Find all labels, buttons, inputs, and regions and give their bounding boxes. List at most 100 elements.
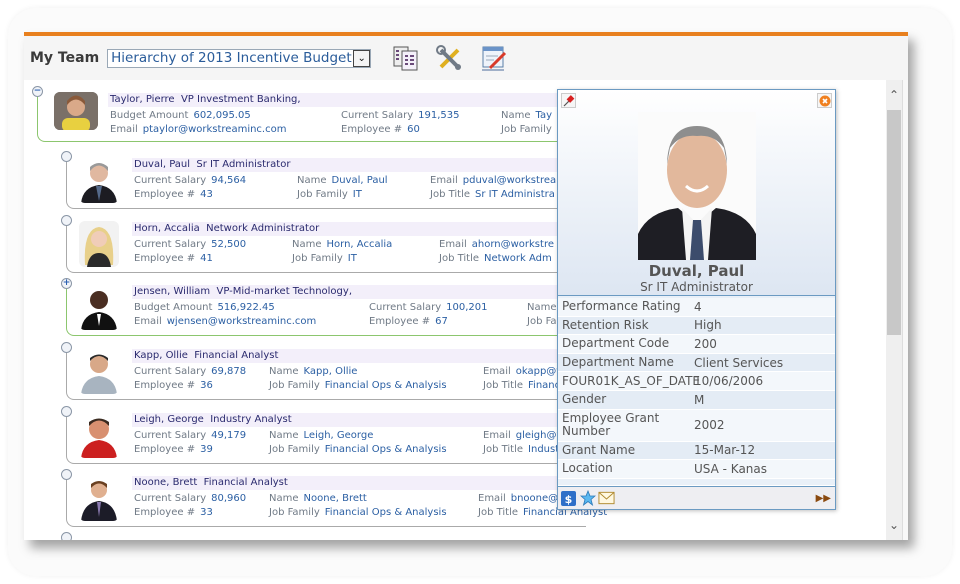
- node-header[interactable]: Jensen, William VP-Mid-market Technology…: [132, 285, 592, 299]
- employee-title: Financial Analyst: [194, 350, 279, 361]
- detail-row: FOUR01K_AS_OF_DATE 10/06/2006: [558, 372, 835, 391]
- employee-name: Leigh, George: [134, 414, 204, 425]
- tools-icon[interactable]: [435, 43, 465, 73]
- field-job-family: Job Family: [501, 124, 552, 135]
- employee-name: Duval, Paul: [134, 159, 191, 170]
- field-budget-amount: Budget Amount 516,922.45: [134, 302, 275, 313]
- employee-title: Industry Analyst: [210, 414, 292, 425]
- field-employee-number: Employee #67: [369, 316, 448, 327]
- employee-title: VP Investment Banking,: [180, 94, 301, 105]
- field-job-title: Job Title Indust: [483, 444, 560, 455]
- field-employee-number: Employee #33: [134, 507, 213, 518]
- popup-footer: $ ▶▶: [558, 486, 835, 509]
- dollar-icon[interactable]: $: [560, 490, 577, 507]
- vertical-scrollbar[interactable]: ⌃ ⌄: [886, 80, 902, 540]
- detail-row: Performance Rating 4: [558, 298, 835, 317]
- field-job-family: Job Family Financial Ops & Analysis: [269, 507, 447, 518]
- collapse-toggle[interactable]: −: [32, 86, 43, 97]
- avatar: [79, 475, 119, 521]
- avatar: [54, 92, 98, 130]
- node-header[interactable]: Taylor, Pierre VP Investment Banking,: [108, 93, 588, 107]
- field-job-title: Job Title Sr IT Administra: [430, 189, 555, 200]
- field-employee-number: Employee #41: [134, 253, 213, 264]
- node-header[interactable]: Horn, Accalia Network Administrator: [132, 222, 592, 236]
- field-name: Name Noone, Brett: [269, 493, 367, 504]
- popup-employee-name: Duval, Paul: [648, 262, 745, 280]
- detail-row: Department Name Client Services: [558, 353, 835, 373]
- node-header[interactable]: Kapp, Ollie Financial Analyst: [132, 349, 592, 363]
- close-icon[interactable]: [817, 93, 832, 108]
- employee-detail-popup: Duval, Paul Sr IT Administrator Performa…: [557, 89, 836, 510]
- avatar: [79, 284, 119, 330]
- employee-name: Noone, Brett: [134, 477, 198, 488]
- next-icon[interactable]: ▶▶: [816, 493, 831, 504]
- field-name: Name Leigh, George: [269, 430, 374, 441]
- avatar: [79, 221, 119, 267]
- field-name: Name Horn, Accalia: [292, 239, 393, 250]
- edit-form-icon[interactable]: [479, 43, 509, 73]
- employee-title: Financial Analyst: [203, 477, 288, 488]
- node-bullet: [61, 151, 72, 162]
- employee-title: VP-Mid-market Technology,: [216, 286, 352, 297]
- field-name: Name Tay: [501, 110, 553, 121]
- field-employee-number: Employee #43: [134, 189, 213, 200]
- employee-node[interactable]: Horn, Accalia Network Administrator Curr…: [61, 215, 592, 275]
- field-job-family: Job Family IT: [297, 189, 362, 200]
- employee-node[interactable]: Noone, Brett Financial Analyst Current S…: [61, 469, 607, 529]
- node-bullet: [61, 532, 72, 540]
- detail-row: Gender M: [558, 390, 835, 410]
- employee-name: Kapp, Ollie: [134, 350, 188, 361]
- employee-node[interactable]: Duval, Paul Sr IT Administrator Current …: [61, 151, 592, 211]
- field-employee-number: Employee #39: [134, 444, 213, 455]
- field-email: Email okapp@v: [483, 366, 563, 377]
- star-icon[interactable]: [579, 490, 596, 507]
- field-budget-amount: Budget Amount 602,095.05: [110, 110, 251, 121]
- field-current-salary: Current Salary 49,179: [134, 430, 247, 441]
- node-header[interactable]: Duval, Paul Sr IT Administrator: [132, 158, 592, 172]
- field-current-salary: Current Salary 69,878: [134, 366, 247, 377]
- employee-node[interactable]: Kapp, Ollie Financial Analyst Current Sa…: [61, 342, 592, 402]
- expand-toggle[interactable]: +: [61, 278, 72, 289]
- svg-text:$: $: [565, 493, 573, 506]
- employee-node[interactable]: + Jensen, William VP-Mid-market Technolo…: [61, 278, 592, 338]
- employee-title: Sr IT Administrator: [196, 159, 291, 170]
- node-bullet: [61, 469, 72, 480]
- popup-details-table: Performance Rating 4 Retention Risk High D…: [558, 295, 835, 485]
- scroll-thumb[interactable]: [887, 110, 901, 335]
- popup-header: Duval, Paul Sr IT Administrator: [558, 90, 835, 295]
- employee-node-partial: [61, 532, 82, 540]
- mail-icon[interactable]: [598, 490, 615, 507]
- field-current-salary: Current Salary 100,201: [369, 302, 488, 313]
- node-header[interactable]: Leigh, George Industry Analyst: [132, 413, 592, 427]
- employee-name: Horn, Accalia: [134, 223, 200, 234]
- field-current-salary: Current Salary 94,564: [134, 175, 247, 186]
- employee-node[interactable]: Leigh, George Industry Analyst Current S…: [61, 406, 592, 466]
- page-title: My Team: [30, 50, 100, 66]
- employee-name: Taylor, Pierre: [110, 94, 175, 105]
- field-email: Email gleigh@v: [483, 430, 563, 441]
- scroll-up-icon[interactable]: ⌃: [886, 88, 902, 104]
- chevron-down-icon[interactable]: ⌄: [353, 49, 371, 67]
- field-current-salary: Current Salary 80,960: [134, 493, 247, 504]
- detail-row: Employee Grant Number 2002: [558, 409, 835, 442]
- pin-icon[interactable]: [561, 93, 576, 108]
- org-chart-icon[interactable]: [391, 43, 421, 73]
- employee-node[interactable]: − Taylor, Pierre VP Investment Banking, …: [32, 86, 593, 146]
- detail-row: Grant Name 15-Mar-12: [558, 441, 835, 461]
- node-bullet: [61, 342, 72, 353]
- field-employee-number: Employee #60: [341, 124, 420, 135]
- view-select[interactable]: Hierarchy of 2013 Incentive Budget ⌄: [107, 48, 372, 68]
- avatar: [79, 412, 119, 458]
- field-email: Email ptaylor@workstreaminc.com: [110, 124, 287, 135]
- field-job-title: Job Title Network Adm: [439, 253, 552, 264]
- avatar: [79, 157, 119, 203]
- field-name: Name Duval, Paul: [297, 175, 388, 186]
- field-job-title: Job Title Financ: [483, 380, 561, 391]
- scroll-down-icon[interactable]: ⌄: [886, 518, 902, 534]
- popup-employee-title: Sr IT Administrator: [640, 280, 753, 294]
- node-header[interactable]: Noone, Brett Financial Analyst: [132, 476, 592, 490]
- window-edge: [902, 80, 908, 540]
- field-email: Email ahorn@workstre: [439, 239, 554, 250]
- avatar: [79, 348, 119, 394]
- field-job-family: Job Family IT: [292, 253, 357, 264]
